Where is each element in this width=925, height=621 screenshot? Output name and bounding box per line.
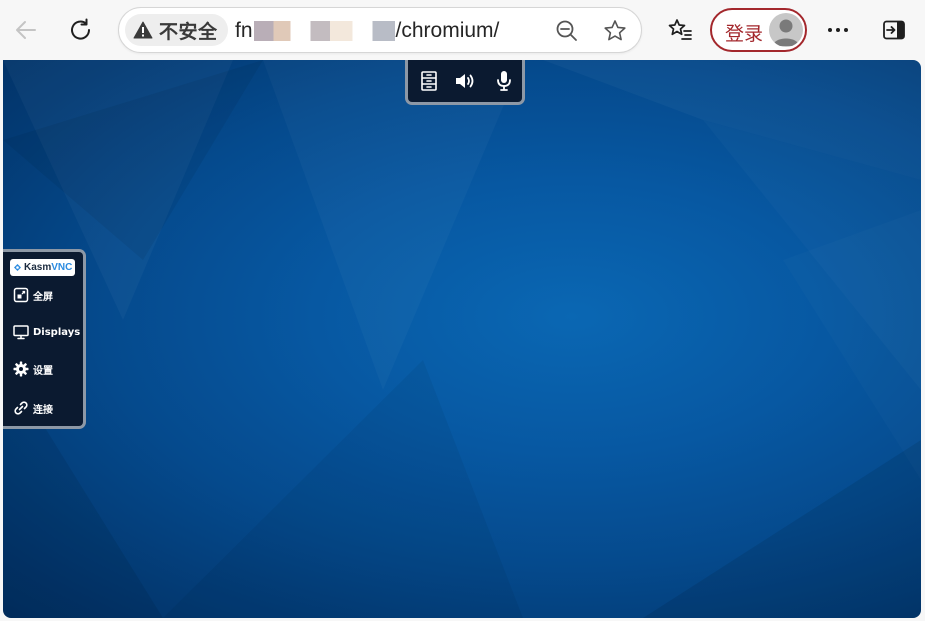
more-menu-button[interactable] bbox=[818, 10, 858, 50]
link-icon bbox=[14, 401, 28, 415]
microphone-icon[interactable] bbox=[492, 69, 516, 93]
exit-sidebar-button[interactable] bbox=[874, 10, 914, 50]
sign-in-arrow-icon bbox=[881, 17, 907, 43]
kasmvnc-logo: Kasm VNC bbox=[10, 259, 75, 276]
address-bar[interactable]: 不安全 fn /chromium/ bbox=[118, 7, 642, 53]
refresh-button[interactable] bbox=[61, 10, 101, 50]
url-text[interactable]: fn /chromium/ bbox=[235, 19, 499, 43]
menu-label-fullscreen: 全屏 bbox=[33, 291, 53, 303]
back-arrow-icon bbox=[13, 17, 39, 43]
avatar bbox=[769, 13, 803, 47]
brand-vnc: VNC bbox=[51, 262, 73, 273]
url-suffix: /chromium/ bbox=[395, 19, 500, 42]
zoom-out-icon[interactable] bbox=[554, 18, 580, 44]
desktop-wallpaper bbox=[3, 60, 921, 618]
menu-item-fullscreen[interactable]: 全屏 bbox=[13, 285, 53, 305]
menu-item-displays[interactable]: Displays bbox=[13, 322, 80, 342]
refresh-icon bbox=[67, 16, 95, 44]
menu-item-settings[interactable]: 设置 bbox=[13, 359, 53, 379]
monitor-icon bbox=[13, 325, 29, 340]
remote-desktop-canvas[interactable] bbox=[3, 60, 921, 618]
kasmvnc-control-panel: Kasm VNC 全屏 Displays 设置 连接 bbox=[3, 249, 86, 429]
kasm-mark-icon bbox=[13, 259, 22, 277]
favorite-star-icon[interactable] bbox=[602, 18, 628, 44]
back-button[interactable] bbox=[6, 10, 46, 50]
menu-label-settings: 设置 bbox=[33, 365, 53, 377]
fullscreen-icon bbox=[13, 287, 29, 303]
speaker-icon[interactable] bbox=[453, 69, 477, 93]
vnc-top-control-bar bbox=[405, 60, 525, 105]
site-security-button[interactable]: 不安全 bbox=[125, 14, 228, 46]
url-prefix: fn bbox=[235, 19, 253, 42]
gear-icon bbox=[13, 361, 29, 377]
favorites-list-icon bbox=[666, 16, 694, 44]
url-redacted-block bbox=[253, 21, 395, 41]
login-label: 登录 bbox=[725, 23, 764, 45]
more-dots-icon bbox=[825, 17, 851, 43]
brand-kasm: Kasm bbox=[24, 262, 52, 273]
menu-label-displays: Displays bbox=[33, 326, 81, 338]
security-label: 不安全 bbox=[159, 20, 218, 43]
menu-item-connection[interactable]: 连接 bbox=[13, 398, 53, 418]
favorites-button[interactable] bbox=[660, 10, 700, 50]
browser-toolbar: 不安全 fn /chromium/ 登录 bbox=[0, 0, 925, 60]
login-button[interactable]: 登录 bbox=[710, 8, 807, 52]
clipboard-icon[interactable] bbox=[417, 69, 441, 93]
warning-icon bbox=[133, 20, 153, 40]
menu-label-connection: 连接 bbox=[33, 404, 53, 416]
